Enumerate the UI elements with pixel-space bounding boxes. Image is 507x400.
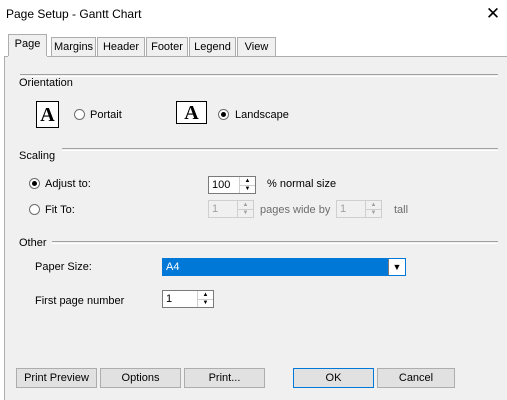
spin-down-icon[interactable]: ▼ (366, 209, 381, 217)
dialog-body (4, 56, 507, 400)
landscape-icon-letter: A (184, 102, 199, 124)
paper-size-label: Paper Size: (35, 261, 92, 273)
tab-strip-line (4, 56, 507, 57)
adjust-percent-spinner[interactable]: 100 ▲ ▼ (208, 176, 256, 194)
spin-down-icon[interactable]: ▼ (198, 299, 213, 307)
tab-page[interactable]: Page (8, 34, 47, 57)
adjust-suffix-label: % normal size (267, 178, 337, 190)
adjust-to-radio[interactable] (29, 178, 40, 189)
tab-footer[interactable]: Footer (146, 37, 188, 56)
fit-tall-value[interactable]: 1 (340, 203, 346, 215)
other-divider (52, 241, 498, 244)
adjust-spin-buttons: ▲ ▼ (239, 177, 255, 193)
fit-wide-value[interactable]: 1 (212, 203, 218, 215)
landscape-label[interactable]: Landscape (235, 109, 289, 121)
active-tab-gap (8, 56, 47, 58)
paper-size-value[interactable]: A4 (166, 261, 179, 273)
fit-to-label[interactable]: Fit To: (45, 204, 75, 216)
fit-wide-spinner[interactable]: 1 ▲ ▼ (208, 200, 254, 218)
cancel-button[interactable]: Cancel (377, 368, 455, 388)
portrait-radio[interactable] (74, 109, 85, 120)
first-page-spin-buttons: ▲ ▼ (197, 291, 213, 307)
spin-down-icon[interactable]: ▼ (240, 185, 255, 193)
landscape-radio[interactable] (218, 109, 229, 120)
first-page-label: First page number (35, 295, 125, 307)
print-preview-button[interactable]: Print Preview (16, 368, 97, 388)
tab-legend[interactable]: Legend (189, 37, 236, 56)
tab-view[interactable]: View (237, 37, 276, 56)
landscape-page-icon: A (176, 101, 207, 124)
orientation-divider (20, 74, 498, 77)
first-page-value[interactable]: 1 (166, 293, 172, 305)
fit-tall-spin-buttons: ▲ ▼ (365, 201, 381, 217)
spin-down-icon[interactable]: ▼ (238, 209, 253, 217)
portrait-label[interactable]: Portait (90, 109, 122, 121)
other-group-label: Other (19, 237, 51, 249)
fit-to-radio[interactable] (29, 204, 40, 215)
title-bar: Page Setup - Gantt Chart ✕ (0, 0, 507, 30)
scaling-divider (62, 148, 498, 151)
first-page-spinner[interactable]: 1 ▲ ▼ (162, 290, 214, 308)
adjust-percent-value[interactable]: 100 (212, 179, 230, 191)
tab-header[interactable]: Header (97, 37, 145, 56)
adjust-to-label[interactable]: Adjust to: (45, 178, 91, 190)
fit-tall-spinner[interactable]: 1 ▲ ▼ (336, 200, 382, 218)
paper-size-select[interactable]: A4 ▼ (162, 258, 406, 276)
chevron-down-icon[interactable]: ▼ (388, 259, 405, 275)
fit-wide-spin-buttons: ▲ ▼ (237, 201, 253, 217)
orientation-group-label: Orientation (19, 77, 77, 89)
print-button[interactable]: Print... (184, 368, 265, 388)
portrait-page-icon: A (36, 101, 59, 128)
ok-button[interactable]: OK (293, 368, 374, 388)
fit-wide-suffix-label: pages wide by (260, 204, 331, 216)
options-button[interactable]: Options (100, 368, 181, 388)
close-icon[interactable]: ✕ (482, 3, 504, 25)
portrait-icon-letter: A (40, 104, 55, 126)
scaling-group-label: Scaling (19, 150, 60, 162)
window-title: Page Setup - Gantt Chart (6, 7, 142, 21)
fit-tall-suffix-label: tall (394, 204, 409, 216)
tab-margins[interactable]: Margins (51, 37, 96, 56)
